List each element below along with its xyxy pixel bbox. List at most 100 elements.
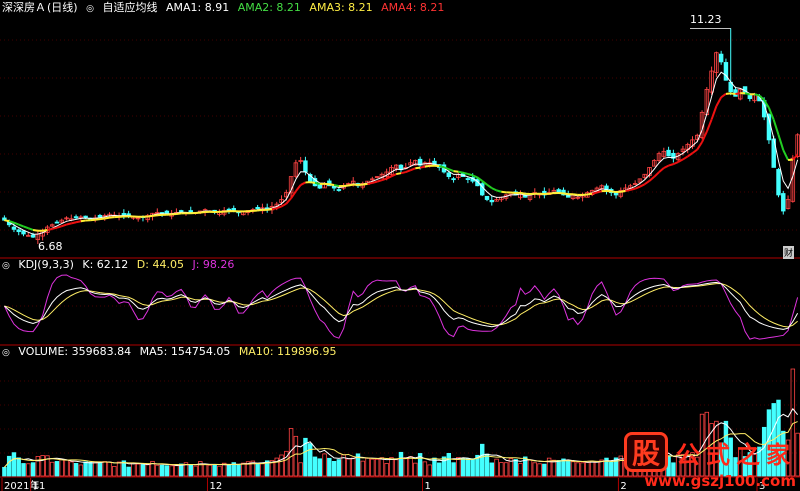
candle-body	[465, 178, 471, 180]
volume-settings-icon[interactable]: ◎	[2, 348, 10, 358]
volume-bar	[174, 465, 179, 477]
volume-bar	[226, 464, 232, 477]
ama2-segment	[596, 190, 602, 194]
indicator-name: 自适应均线	[102, 1, 158, 14]
ama2-segment	[754, 93, 760, 97]
ama2-segment	[520, 191, 526, 195]
candle-body	[613, 192, 619, 196]
ama2-segment	[458, 170, 464, 174]
ama2-segment	[730, 92, 736, 95]
volume-bar	[599, 459, 604, 477]
volume-bar	[59, 458, 64, 477]
ama2-segment	[419, 165, 426, 169]
stock-chart[interactable]: 2021年11 12 1 2 3	[0, 0, 800, 491]
ama2-segment	[362, 182, 368, 186]
x-axis-label: 1	[425, 481, 431, 491]
volume-bar	[365, 457, 370, 477]
volume-bar	[494, 458, 499, 477]
ama2-segment	[630, 187, 636, 191]
ama2-segment	[176, 212, 182, 216]
volume-bar	[49, 461, 55, 477]
ama2-segment	[491, 187, 498, 192]
settings-circle-icon[interactable]: ◎	[86, 4, 94, 14]
watermark: 股 公式之家 www.gszj100.com	[624, 432, 796, 490]
volume-bar	[69, 461, 74, 477]
volume-bar	[212, 464, 217, 477]
ama2-segment	[396, 172, 402, 176]
volume-bar	[155, 464, 160, 477]
volume-bar	[188, 464, 193, 477]
ama2-segment	[400, 171, 407, 175]
volume-bar	[513, 459, 518, 477]
volume-bar	[518, 463, 523, 477]
volume-bar	[131, 462, 136, 477]
volume-bar	[346, 458, 351, 477]
ama2-segment	[75, 220, 82, 224]
volume-bar	[30, 462, 36, 477]
volume-bar	[532, 462, 538, 477]
volume-bar	[609, 461, 614, 477]
volume-bar	[336, 459, 342, 477]
volume-bar	[408, 456, 413, 477]
volume-bar	[370, 458, 375, 477]
candle-body	[484, 195, 490, 200]
volume-bar	[140, 464, 146, 477]
volume-bar	[78, 464, 84, 477]
volume-bar	[437, 462, 442, 477]
x-axis-label: 12	[209, 481, 222, 491]
volume-bar	[260, 463, 265, 477]
watermark-logo: 股	[624, 432, 668, 472]
ama2-segment	[104, 216, 110, 220]
candle-body	[54, 221, 60, 224]
ama2-segment	[424, 164, 430, 168]
volume-bar	[389, 457, 394, 477]
ama2-segment	[343, 184, 349, 187]
volume-bar	[202, 464, 208, 477]
ama2-segment	[99, 217, 105, 221]
volume-bar	[489, 462, 495, 477]
volume-bar	[255, 463, 260, 477]
ama2-segment	[448, 168, 454, 173]
ama2-segment	[496, 189, 502, 193]
volume-bar	[465, 458, 471, 477]
ama2-segment	[333, 184, 340, 188]
kdj-settings-icon[interactable]: ◎	[2, 261, 10, 271]
kdj-j-readout: J: 98.26	[192, 258, 235, 271]
volume-bar	[102, 461, 107, 477]
ama2-segment	[611, 190, 617, 194]
ama2-segment	[95, 218, 101, 221]
ama2-segment	[658, 167, 665, 173]
volume-bar	[54, 461, 60, 477]
high-price-label: 11.23	[690, 13, 722, 26]
ama2-segment	[66, 222, 72, 226]
volume-bar	[470, 458, 475, 477]
volume-bar	[217, 465, 222, 477]
volume-bar	[193, 465, 198, 477]
candle-body	[747, 95, 753, 99]
ama2-segment	[501, 190, 507, 194]
candle-body	[336, 189, 342, 191]
ama3-readout: AMA3: 8.21	[309, 1, 373, 14]
kdj-k-readout: K: 62.12	[82, 258, 129, 271]
ama2-segment	[290, 190, 297, 199]
candle-body	[97, 214, 103, 218]
volume-bar	[64, 459, 69, 477]
candle-body	[489, 199, 495, 203]
candle-body	[255, 206, 260, 210]
ama2-segment	[744, 92, 751, 96]
ama2-segment	[591, 191, 598, 195]
finance-badge[interactable]: 财	[783, 246, 795, 259]
volume-bar	[413, 462, 418, 477]
ama2-segment	[152, 214, 158, 217]
volume-bar	[207, 464, 213, 477]
volume-bar	[589, 460, 595, 477]
ama2-segment	[18, 223, 24, 228]
candle-body	[30, 234, 36, 238]
ama2-segment	[563, 192, 569, 196]
ama2-segment	[47, 227, 53, 232]
ama2-segment	[572, 193, 578, 196]
volume-bar	[374, 458, 380, 477]
ama2-segment	[32, 228, 39, 232]
period-label: (日线)	[47, 1, 78, 14]
candle-body	[781, 193, 786, 212]
